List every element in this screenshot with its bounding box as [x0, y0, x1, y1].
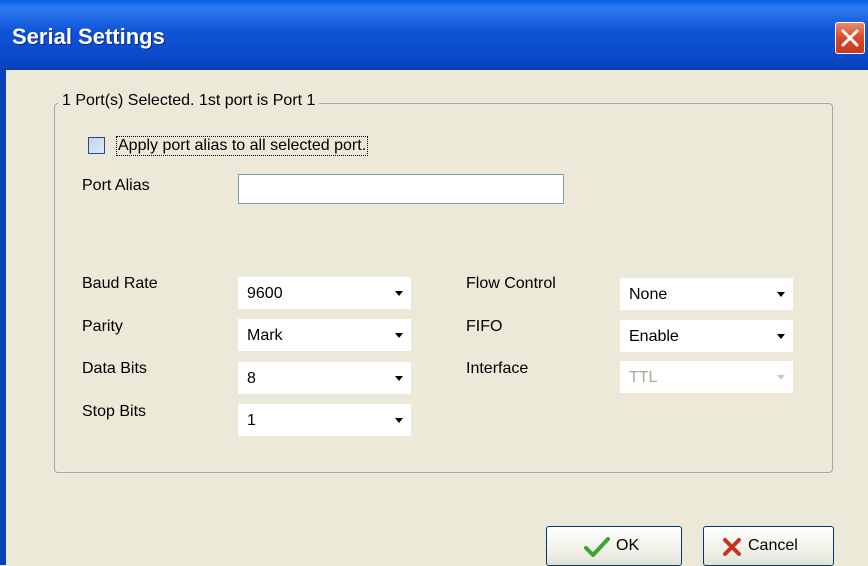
interface-label: Interface	[466, 360, 529, 377]
parity-label: Parity	[82, 318, 123, 335]
stop-bits-label: Stop Bits	[82, 403, 147, 420]
checkmark-icon	[584, 537, 610, 557]
stop-bits-value: 1	[247, 412, 256, 429]
serial-settings-dialog: Serial Settings 1 Port(s) Selected. 1st …	[0, 0, 868, 566]
close-icon	[841, 29, 859, 47]
fifo-label: FIFO	[466, 318, 503, 335]
dropdown-arrow-icon	[770, 362, 792, 392]
ok-label: OK	[616, 537, 640, 554]
parity-value: Mark	[247, 327, 283, 344]
dropdown-arrow-icon[interactable]	[388, 278, 410, 308]
port-alias-input[interactable]	[238, 174, 564, 204]
baud-rate-value: 9600	[247, 285, 283, 302]
data-bits-value: 8	[247, 370, 256, 387]
dropdown-arrow-icon[interactable]	[770, 279, 792, 309]
dropdown-arrow-icon[interactable]	[388, 363, 410, 393]
apply-alias-checkbox[interactable]	[88, 137, 105, 154]
data-bits-select[interactable]: 8	[238, 362, 411, 394]
dropdown-arrow-icon[interactable]	[770, 321, 792, 351]
interface-value: TTL	[629, 369, 658, 386]
stop-bits-select[interactable]: 1	[238, 404, 411, 436]
baud-rate-label: Baud Rate	[82, 275, 158, 292]
cancel-label: Cancel	[748, 537, 798, 554]
flow-control-select[interactable]: None	[620, 278, 793, 310]
port-alias-label: Port Alias	[82, 177, 150, 194]
fifo-select[interactable]: Enable	[620, 320, 793, 352]
window-title: Serial Settings	[12, 24, 165, 49]
title-bar[interactable]: Serial Settings	[0, 0, 868, 70]
ok-button[interactable]: OK	[546, 526, 682, 566]
cancel-x-icon	[723, 538, 741, 556]
dropdown-arrow-icon[interactable]	[388, 320, 410, 350]
dropdown-arrow-icon[interactable]	[388, 405, 410, 435]
close-button[interactable]	[835, 22, 865, 54]
flow-control-value: None	[629, 286, 668, 303]
data-bits-label: Data Bits	[82, 360, 147, 377]
cancel-button[interactable]: Cancel	[703, 526, 834, 566]
apply-alias-label[interactable]: Apply port alias to all selected port.	[116, 136, 369, 156]
baud-rate-select[interactable]: 9600	[238, 277, 411, 309]
flow-control-label: Flow Control	[466, 275, 556, 292]
interface-select: TTL	[620, 361, 793, 393]
parity-select[interactable]: Mark	[238, 319, 411, 351]
group-legend: 1 Port(s) Selected. 1st port is Port 1	[58, 92, 320, 110]
fifo-value: Enable	[629, 328, 679, 345]
